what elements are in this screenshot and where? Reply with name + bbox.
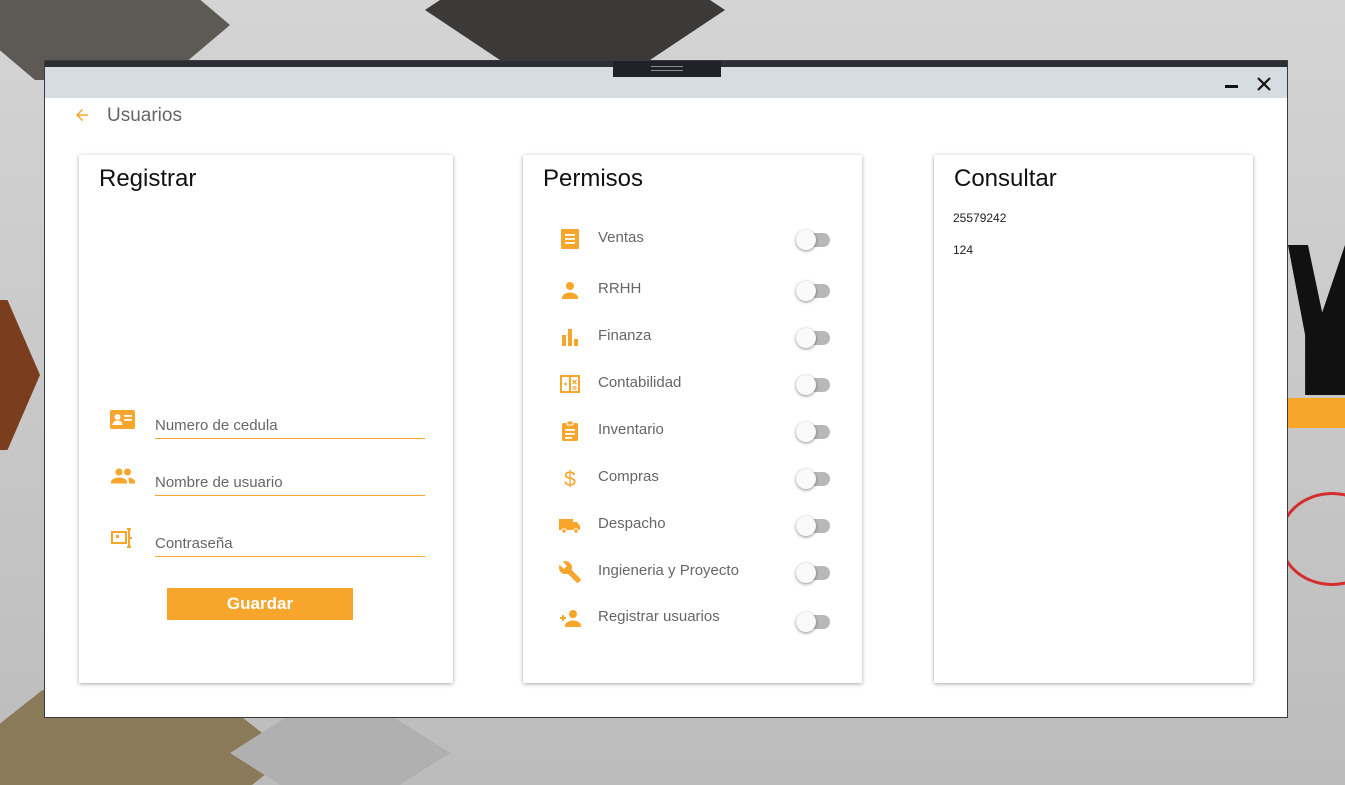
toggle-finanza[interactable] [796, 328, 830, 348]
bar-chart-icon [562, 329, 578, 346]
drag-handle[interactable] [613, 61, 721, 77]
password-icon [111, 528, 132, 548]
background-emblem [1279, 492, 1345, 586]
permiso-label-compras: Compras [598, 468, 659, 485]
permiso-label-rrhh: RRHH [598, 280, 642, 297]
truck-icon [559, 519, 580, 534]
guardar-button[interactable]: Guardar [167, 588, 353, 620]
permiso-row-ingenieria: Ingieneria y Proyecto [523, 557, 862, 587]
usuario-input[interactable] [155, 469, 425, 496]
registrar-card: Registrar Numero de cedula Nombre de usu… [79, 155, 453, 683]
title-bar[interactable] [45, 61, 1287, 98]
page-header: Usuarios [45, 98, 1287, 138]
permiso-label-finanza: Finanza [598, 327, 652, 344]
permiso-label-registrar-usuarios: Registrar usuarios [598, 608, 720, 625]
toggle-ventas[interactable] [796, 230, 830, 250]
background-logo [1288, 245, 1345, 395]
person-icon [562, 282, 578, 299]
id-card-icon [110, 410, 135, 429]
usuario-field [109, 465, 429, 499]
list-item[interactable]: 25579242 [953, 211, 1006, 225]
app-window: Usuarios Registrar Numero de cedula Nomb… [44, 60, 1288, 718]
close-icon[interactable] [1253, 73, 1275, 95]
permisos-card: Permisos Ventas RRHH Finanza Contabilida… [523, 155, 862, 683]
permiso-row-compras: $ Compras [523, 463, 862, 493]
permiso-row-despacho: Despacho [523, 510, 862, 540]
permiso-label-despacho: Despacho [598, 515, 666, 532]
permisos-title: Permisos [543, 165, 644, 192]
wrench-icon [558, 561, 581, 583]
toggle-contabilidad[interactable] [796, 375, 830, 395]
clipboard-icon [562, 420, 578, 441]
contrasena-field [109, 526, 429, 560]
list-item[interactable]: 124 [953, 243, 973, 257]
permiso-row-finanza: Finanza [523, 322, 862, 352]
permiso-row-rrhh: RRHH [523, 275, 862, 305]
permiso-row-inventario: Inventario [523, 416, 862, 446]
toggle-rrhh[interactable] [796, 281, 830, 301]
permiso-label-ingenieria: Ingieneria y Proyecto [598, 562, 739, 579]
toggle-despacho[interactable] [796, 516, 830, 536]
dollar-icon: $ [564, 468, 576, 490]
toggle-registrar-usuarios[interactable] [796, 612, 830, 632]
permiso-row-registrar-usuarios: Registrar usuarios [523, 603, 862, 633]
consultar-title: Consultar [954, 165, 1057, 192]
registrar-title: Registrar [99, 165, 197, 192]
minimize-icon[interactable] [1221, 73, 1243, 95]
cedula-field [109, 408, 429, 442]
permiso-label-contabilidad: Contabilidad [598, 374, 682, 391]
permiso-label-inventario: Inventario [598, 421, 664, 438]
toggle-compras[interactable] [796, 469, 830, 489]
consultar-card: Consultar 25579242 124 [934, 155, 1253, 683]
permiso-row-ventas: Ventas [523, 224, 862, 254]
arrow-left-icon[interactable] [73, 106, 91, 124]
svg-text:$: $ [564, 468, 576, 490]
contrasena-input[interactable] [155, 530, 425, 557]
permiso-label-ventas: Ventas [598, 229, 644, 246]
page-title: Usuarios [107, 105, 182, 126]
person-add-icon [560, 610, 581, 627]
background-banner [1288, 398, 1345, 428]
toggle-ingenieria[interactable] [796, 563, 830, 583]
cedula-input[interactable] [155, 412, 425, 439]
people-icon [111, 468, 135, 484]
calculator-icon [560, 375, 580, 393]
toggle-inventario[interactable] [796, 422, 830, 442]
permiso-row-contabilidad: Contabilidad [523, 369, 862, 399]
receipt-icon [561, 229, 579, 249]
